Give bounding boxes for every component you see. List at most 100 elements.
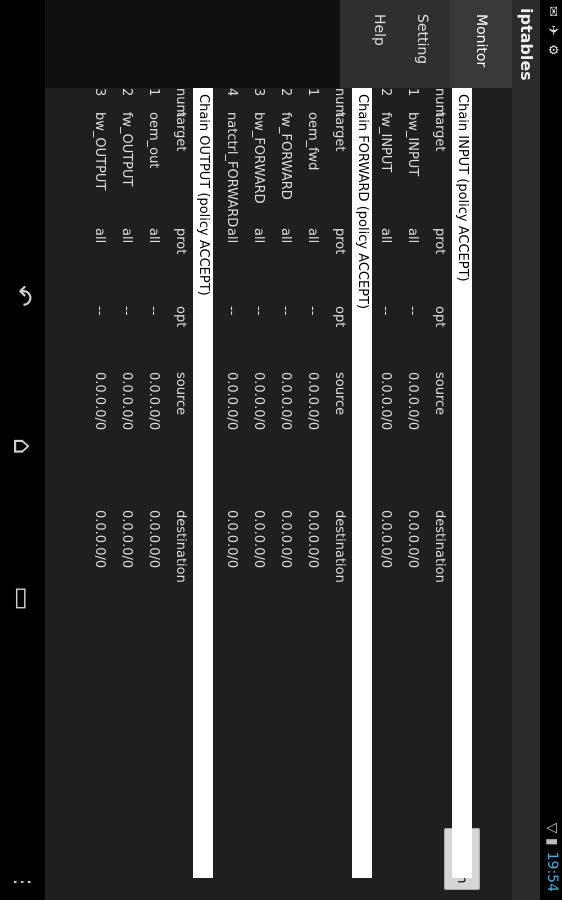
cell-opt: -- — [251, 306, 266, 316]
cell-prot: all — [251, 228, 266, 244]
tab-monitor[interactable]: Monitor — [450, 0, 512, 88]
cell-opt: -- — [146, 306, 161, 316]
cell-target: fw_FORWARD — [278, 112, 293, 200]
cell-opt: -- — [305, 306, 320, 316]
column-header-target: target — [432, 112, 447, 152]
status-bar: ✉ ✈ ⚙ ▽ ▮ 19:54 — [540, 0, 562, 900]
cell-opt: -- — [278, 306, 293, 316]
cell-num: 2 — [119, 88, 134, 97]
monitor-panel: Refresh Chain INPUT (policy ACCEPT)numta… — [45, 88, 512, 900]
cell-num: 1 — [305, 88, 320, 97]
cell-source: 0.0.0.0/0 — [278, 372, 293, 431]
cell-opt: -- — [119, 306, 134, 316]
cell-prot: all — [146, 228, 161, 244]
clock: ▽ ▮ 19:54 — [544, 823, 560, 892]
column-header-prot: prot — [432, 228, 447, 255]
column-header-opt: opt — [332, 306, 347, 328]
back-icon[interactable]: ↶ — [7, 285, 37, 307]
table-row: 2 fw_OUTPUTall -- 0.0.0.0/0 0.0.0.0/0 — [115, 88, 137, 878]
action-bar: iptables — [512, 0, 540, 900]
cell-source: 0.0.0.0/0 — [378, 372, 393, 431]
cell-source: 0.0.0.0/0 — [146, 372, 161, 431]
cell-num: 1 — [405, 88, 420, 97]
chain-header: Chain INPUT (policy ACCEPT) — [452, 88, 472, 878]
column-header-source: source — [432, 372, 447, 416]
menu-icon[interactable]: ⋮ — [11, 872, 35, 892]
column-header-row: num target prot opt source destination — [328, 88, 350, 878]
cell-destination: 0.0.0.0/0 — [305, 510, 320, 569]
cell-source: 0.0.0.0/0 — [405, 372, 420, 431]
tab-bar: Monitor Setting Help — [340, 0, 512, 88]
column-header-row: num target prot opt source destination — [428, 88, 450, 878]
cell-source: 0.0.0.0/0 — [119, 372, 134, 431]
table-row: 2 fw_INPUTall -- 0.0.0.0/0 0.0.0.0/0 — [374, 88, 396, 878]
cell-prot: all — [119, 228, 134, 244]
cell-target: fw_OUTPUT — [119, 112, 134, 187]
column-header-target: target — [173, 112, 188, 152]
cell-destination: 0.0.0.0/0 — [378, 510, 393, 569]
cell-num: 3 — [251, 88, 266, 97]
cell-prot: all — [405, 228, 420, 244]
cell-destination: 0.0.0.0/0 — [146, 510, 161, 569]
table-row: 1 oem_fwdall -- 0.0.0.0/0 0.0.0.0/0 — [301, 88, 323, 878]
table-row: 4 natctrl_FORWARD all -- 0.0.0.0/0 0.0.0.0/0 — [220, 88, 242, 878]
cell-target: fw_INPUT — [378, 112, 393, 173]
cell-prot: all — [305, 228, 320, 244]
cell-destination: 0.0.0.0/0 — [251, 510, 266, 569]
cell-opt: -- — [378, 306, 393, 316]
cell-prot: all — [224, 228, 239, 244]
cell-num: 2 — [378, 88, 393, 97]
status-time: 19:54 — [544, 851, 560, 892]
cell-target: bw_INPUT — [405, 112, 420, 177]
cell-target: bw_OUTPUT — [92, 112, 107, 191]
cell-num: 1 — [146, 88, 161, 97]
table-row: 3 bw_OUTPUTall -- 0.0.0.0/0 0.0.0.0/0 — [88, 88, 110, 878]
cell-opt: -- — [224, 306, 239, 316]
cell-target: bw_FORWARD — [251, 112, 266, 204]
column-header-opt: opt — [432, 306, 447, 328]
cell-num: 4 — [224, 88, 239, 97]
navigation-bar: ↶ ⌂ ▭ ⋮ — [0, 0, 45, 900]
table-row: 1 bw_INPUT all -- 0.0.0.0/0 0.0.0.0/0 — [401, 88, 423, 878]
cell-source: 0.0.0.0/0 — [224, 372, 239, 431]
column-header-opt: opt — [173, 306, 188, 328]
cell-target: oem_out — [146, 112, 161, 169]
cell-destination: 0.0.0.0/0 — [405, 510, 420, 569]
chain-header: Chain OUTPUT (policy ACCEPT) — [193, 88, 213, 878]
notification-icons: ✉ ✈ ⚙ — [545, 6, 560, 58]
cell-opt: -- — [92, 306, 107, 316]
cell-source: 0.0.0.0/0 — [251, 372, 266, 431]
home-icon[interactable]: ⌂ — [7, 438, 37, 455]
signal-icon: ▽ ▮ — [544, 822, 560, 846]
cell-source: 0.0.0.0/0 — [92, 372, 107, 431]
cell-prot: all — [278, 228, 293, 244]
column-header-target: target — [332, 112, 347, 152]
cell-target: natctrl_FORWARD — [224, 112, 239, 228]
column-header-prot: prot — [173, 228, 188, 255]
tab-help[interactable]: Help — [340, 0, 394, 88]
cell-destination: 0.0.0.0/0 — [278, 510, 293, 569]
cell-prot: all — [92, 228, 107, 244]
app-title: iptables — [517, 8, 536, 81]
cell-destination: 0.0.0.0/0 — [224, 510, 239, 569]
table-row: 2 fw_FORWARDall -- 0.0.0.0/0 0.0.0.0/0 — [274, 88, 296, 878]
cell-prot: all — [378, 228, 393, 244]
column-header-destination: destination — [332, 510, 347, 583]
chain-header: Chain FORWARD (policy ACCEPT) — [352, 88, 372, 878]
cell-num: 3 — [92, 88, 107, 97]
cell-target: oem_fwd — [305, 112, 320, 171]
column-header-destination: destination — [432, 510, 447, 583]
cell-destination: 0.0.0.0/0 — [92, 510, 107, 569]
tab-setting[interactable]: Setting — [394, 0, 450, 88]
column-header-source: source — [173, 372, 188, 416]
cell-source: 0.0.0.0/0 — [305, 372, 320, 431]
column-header-prot: prot — [332, 228, 347, 255]
table-row: 1 oem_outall -- 0.0.0.0/0 0.0.0.0/0 — [142, 88, 164, 878]
cell-num: 2 — [278, 88, 293, 97]
table-row: 3 bw_FORWARDall -- 0.0.0.0/0 0.0.0.0/0 — [247, 88, 269, 878]
column-header-source: source — [332, 372, 347, 416]
column-header-row: num target prot opt source destination — [169, 88, 191, 878]
column-header-destination: destination — [173, 510, 188, 583]
cell-destination: 0.0.0.0/0 — [119, 510, 134, 569]
recents-icon[interactable]: ▭ — [7, 586, 37, 611]
